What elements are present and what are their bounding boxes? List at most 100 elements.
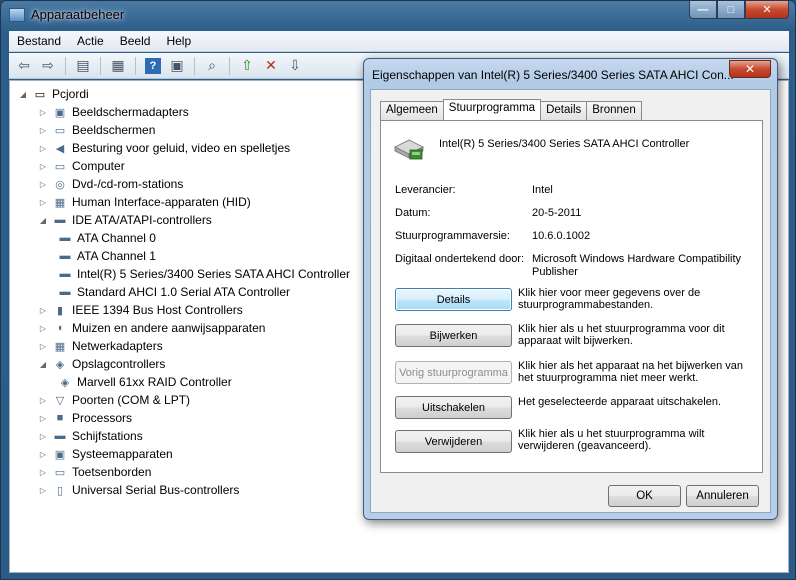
back-arrow-icon[interactable]: ⇦: [13, 56, 35, 76]
tree-category[interactable]: ▷ ◖ Muizen en andere aanwijsapparaten: [38, 319, 266, 337]
expand-arrow-icon[interactable]: ▷: [38, 162, 48, 171]
maximize-button[interactable]: □: [717, 1, 745, 19]
tree-category[interactable]: ▷ ▭ Beeldschermen: [38, 121, 155, 139]
tree-item-label: Intel(R) 5 Series/3400 Series SATA AHCI …: [77, 267, 350, 281]
update-driver-description: Klik hier als u het stuurprogramma voor …: [518, 323, 725, 347]
tree-root[interactable]: ◢ ▭ Pcjordi: [18, 85, 89, 103]
tree-item-label: ATA Channel 1: [77, 249, 156, 263]
tree-item-label: Muizen en andere aanwijsapparaten: [72, 321, 266, 335]
disable-description: Het geselecteerde apparaat uitschakelen.: [518, 396, 722, 408]
dvd-drive-icon: ◎: [55, 178, 65, 191]
tree-item-label: Schijfstations: [72, 429, 143, 443]
collapse-arrow-icon[interactable]: ◢: [38, 360, 48, 369]
expand-arrow-icon[interactable]: ▷: [38, 126, 48, 135]
update-driver-button[interactable]: Bijwerken: [395, 324, 512, 347]
disable-device-icon[interactable]: ⇩: [284, 56, 306, 76]
port-icon: ▽: [55, 394, 65, 407]
toolbar-separator: [65, 56, 66, 75]
device-name: Intel(R) 5 Series/3400 Series SATA AHCI …: [439, 138, 690, 150]
tree-device[interactable]: ▬ Intel(R) 5 Series/3400 Series SATA AHCI…: [57, 265, 351, 283]
driver-version-label: Stuurprogrammaversie:: [395, 230, 510, 242]
minimize-button[interactable]: —: [689, 1, 717, 19]
roll-back-driver-button[interactable]: Vorig stuurprogramma: [395, 361, 512, 384]
raid-controller-icon: ◈: [60, 376, 70, 389]
tab-algemeen[interactable]: Algemeen: [380, 101, 444, 120]
tree-category[interactable]: ▷ ▭ Computer: [38, 157, 125, 175]
uninstall-button[interactable]: Verwijderen: [395, 430, 512, 453]
expand-arrow-icon[interactable]: ▷: [38, 432, 48, 441]
tree-category[interactable]: ▷ ■ Processors: [38, 409, 132, 427]
close-button[interactable]: ✕: [745, 1, 789, 19]
forward-arrow-icon[interactable]: ⇨: [37, 56, 59, 76]
expand-arrow-icon[interactable]: ▷: [38, 144, 48, 153]
usb-icon: ▯: [56, 484, 64, 497]
expand-arrow-icon[interactable]: ▷: [38, 396, 48, 405]
toolbar-separator: [194, 56, 195, 75]
tab-details[interactable]: Details: [540, 101, 588, 120]
tree-category[interactable]: ▷ ▣ Systeemapparaten: [38, 445, 173, 463]
expand-arrow-icon[interactable]: ▷: [38, 486, 48, 495]
show-hide-console-tree-icon[interactable]: ▤: [72, 56, 94, 76]
tree-item-label: IEEE 1394 Bus Host Controllers: [72, 303, 243, 317]
sata-controller-icon: [394, 139, 424, 160]
uninstall-icon[interactable]: ✕: [260, 56, 282, 76]
expand-arrow-icon[interactable]: ▷: [38, 468, 48, 477]
driver-details-button[interactable]: Details: [395, 288, 512, 311]
expand-arrow-icon[interactable]: ▷: [38, 108, 48, 117]
disable-button[interactable]: Uitschakelen: [395, 396, 512, 419]
properties-icon[interactable]: ▦: [107, 56, 129, 76]
expand-arrow-icon[interactable]: ▷: [38, 180, 48, 189]
ide-controller-icon: ▬: [54, 214, 66, 226]
tab-strip: Algemeen Stuurprogramma Details Bronnen: [380, 99, 642, 120]
tree-category[interactable]: ◢ ▬ IDE ATA/ATAPI-controllers: [38, 211, 212, 229]
tree-category[interactable]: ▷ ▬ Schijfstations: [38, 427, 143, 445]
expand-arrow-icon[interactable]: ▷: [38, 450, 48, 459]
tree-device[interactable]: ▬ Standard AHCI 1.0 Serial ATA Controller: [57, 283, 291, 301]
ide-channel-icon: ▬: [59, 250, 71, 262]
tree-category[interactable]: ▷ ◎ Dvd-/cd-rom-stations: [38, 175, 183, 193]
tree-item-label: Systeemapparaten: [72, 447, 173, 461]
speaker-icon: ◀: [55, 142, 65, 155]
tab-stuurprogramma[interactable]: Stuurprogramma: [442, 99, 542, 120]
tree-device[interactable]: ▬ ATA Channel 0: [57, 229, 156, 247]
expand-arrow-icon[interactable]: ▷: [38, 414, 48, 423]
toolbar-separator: [100, 56, 101, 75]
menu-help[interactable]: Help: [158, 34, 199, 48]
tree-category[interactable]: ▷ ▮ IEEE 1394 Bus Host Controllers: [38, 301, 243, 319]
update-driver-icon[interactable]: ⇧: [236, 56, 258, 76]
menu-actie[interactable]: Actie: [69, 34, 112, 48]
tree-item-label: Poorten (COM & LPT): [72, 393, 191, 407]
menu-bestand[interactable]: Bestand: [9, 34, 69, 48]
console-icon[interactable]: ▣: [166, 56, 188, 76]
tree-category[interactable]: ▷ ▯ Universal Serial Bus-controllers: [38, 481, 239, 499]
scan-hardware-changes-icon[interactable]: ⌕: [201, 56, 223, 76]
date-label: Datum:: [395, 207, 431, 219]
collapse-arrow-icon[interactable]: ◢: [38, 216, 48, 225]
ok-button[interactable]: OK: [608, 485, 681, 507]
hid-icon: ▦: [54, 196, 66, 209]
tree-category[interactable]: ▷ ▭ Toetsenborden: [38, 463, 151, 481]
tree-category[interactable]: ◢ ◈ Opslagcontrollers: [38, 355, 165, 373]
tree-root-label: Pcjordi: [52, 87, 89, 101]
computer-icon: ▭: [34, 88, 46, 101]
tree-device[interactable]: ◈ Marvell 61xx RAID Controller: [57, 373, 232, 391]
driver-version-value: 10.6.0.1002: [532, 230, 591, 242]
tree-category[interactable]: ▷ ▽ Poorten (COM & LPT): [38, 391, 190, 409]
expand-arrow-icon[interactable]: ▷: [38, 324, 48, 333]
cancel-button[interactable]: Annuleren: [686, 485, 759, 507]
collapse-arrow-icon[interactable]: ◢: [18, 90, 28, 99]
dialog-title: Eigenschappen van Intel(R) 5 Series/3400…: [372, 68, 734, 82]
tree-category[interactable]: ▷ ◀ Besturing voor geluid, video en spelle…: [38, 139, 290, 157]
tree-category[interactable]: ▷ ▦ Human Interface-apparaten (HID): [38, 193, 251, 211]
help-icon[interactable]: ?: [145, 57, 161, 74]
tab-bronnen[interactable]: Bronnen: [586, 101, 642, 120]
tree-category[interactable]: ▷ ▣ Beeldschermadapters: [38, 103, 189, 121]
expand-arrow-icon[interactable]: ▷: [38, 342, 48, 351]
dialog-close-button[interactable]: ✕: [729, 60, 771, 78]
expand-arrow-icon[interactable]: ▷: [38, 306, 48, 315]
tree-device[interactable]: ▬ ATA Channel 1: [57, 247, 156, 265]
expand-arrow-icon[interactable]: ▷: [38, 198, 48, 207]
storage-controller-icon: ◈: [55, 358, 65, 371]
menu-beeld[interactable]: Beeld: [112, 34, 159, 48]
tree-category[interactable]: ▷ ▦ Netwerkadapters: [38, 337, 163, 355]
